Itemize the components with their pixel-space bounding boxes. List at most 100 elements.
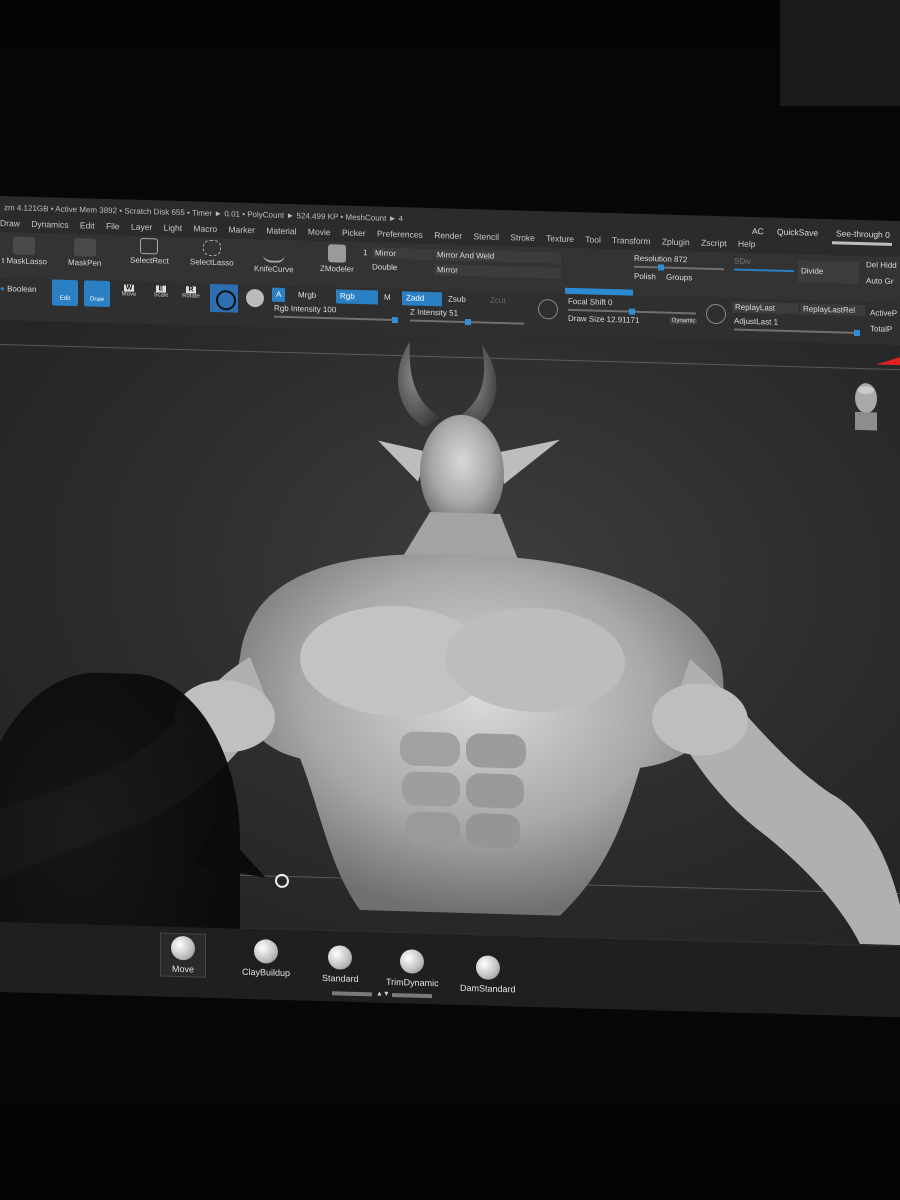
replay-icon[interactable] bbox=[706, 303, 726, 325]
menu-item[interactable]: Zplugin bbox=[662, 236, 690, 247]
zcut-button[interactable]: Zcut bbox=[490, 296, 506, 305]
adjustlast-handle[interactable] bbox=[854, 329, 860, 337]
brush-standard[interactable]: Standard bbox=[322, 945, 359, 984]
sculpt-viewport[interactable] bbox=[0, 320, 900, 1018]
resolution-handle[interactable] bbox=[658, 264, 664, 271]
knifecurve-button[interactable]: KnifeCurve bbox=[254, 242, 294, 274]
texture-icon[interactable] bbox=[246, 288, 264, 308]
focal-shift-handle[interactable] bbox=[629, 308, 635, 315]
shelf-arrows-icon[interactable]: ▲▼ bbox=[376, 991, 390, 998]
double-button[interactable]: Double bbox=[372, 262, 397, 272]
menu-item[interactable]: Transform bbox=[612, 235, 650, 246]
selectrect-button[interactable]: SelectRect bbox=[130, 237, 169, 266]
mrgb-button[interactable]: Mrgb bbox=[298, 290, 316, 300]
menu-item[interactable]: Macro bbox=[193, 223, 217, 234]
draw-mode-button[interactable]: Draw bbox=[84, 280, 110, 308]
rgb-intensity-track[interactable] bbox=[274, 315, 398, 324]
knife-curve-icon bbox=[262, 242, 285, 263]
zmodeler-button[interactable]: ZModeler bbox=[320, 244, 354, 274]
brush-trimdynamic[interactable]: TrimDynamic bbox=[386, 949, 439, 988]
brush-label: Move bbox=[171, 963, 194, 975]
move-brush-icon bbox=[171, 935, 195, 961]
resolution-slider[interactable]: Resolution 872 bbox=[634, 254, 687, 264]
move-mode-button[interactable]: W Move bbox=[118, 284, 140, 307]
move-label: Move bbox=[121, 291, 137, 298]
damstandard-brush-icon bbox=[475, 955, 500, 980]
z-intensity-track[interactable] bbox=[410, 318, 524, 326]
menu-item[interactable]: Stroke bbox=[510, 232, 535, 243]
maskpen-label: MaskPen bbox=[68, 257, 102, 268]
boolean-toggle[interactable]: ● Boolean bbox=[0, 284, 36, 294]
rgb-intensity-handle[interactable] bbox=[392, 316, 398, 324]
rotate-mode-button[interactable]: R Rotate bbox=[180, 286, 202, 309]
menu-item[interactable]: Layer bbox=[131, 222, 152, 233]
replaylastrel-button[interactable]: ReplayLastRel bbox=[800, 303, 865, 317]
menu-item[interactable]: Tool bbox=[585, 234, 601, 244]
replaylast-button[interactable]: ReplayLast bbox=[732, 301, 799, 315]
menu-item[interactable]: Render bbox=[434, 230, 462, 241]
sdiv-track[interactable] bbox=[734, 268, 794, 273]
menu-item[interactable]: File bbox=[106, 221, 120, 231]
polish-button[interactable]: Polish bbox=[634, 272, 656, 282]
mask-pen-icon bbox=[73, 238, 96, 257]
adjustlast-track[interactable] bbox=[734, 328, 860, 337]
divide-button[interactable]: Divide bbox=[798, 260, 859, 284]
m-button[interactable]: M bbox=[384, 293, 391, 302]
shelf-scroll-left[interactable] bbox=[332, 991, 372, 997]
focal-shift-slider[interactable]: Focal Shift 0 bbox=[568, 297, 612, 307]
draw-label: Draw bbox=[89, 296, 104, 303]
see-through-track[interactable] bbox=[832, 241, 892, 246]
mirror-button[interactable]: Mirror bbox=[372, 247, 433, 261]
brush-move[interactable]: Move bbox=[160, 932, 206, 978]
del-hidden-button[interactable]: Del Hidd bbox=[866, 260, 897, 270]
resolution-track[interactable] bbox=[634, 264, 724, 271]
maskpen-button[interactable]: MaskPen bbox=[68, 238, 101, 268]
zsub-button[interactable]: Zsub bbox=[448, 295, 466, 304]
menu-item[interactable]: Help bbox=[738, 239, 755, 249]
menu-item[interactable]: Edit bbox=[80, 220, 95, 230]
z-intensity-slider[interactable]: Z Intensity 51 bbox=[410, 307, 458, 317]
lazy-mouse-icon[interactable] bbox=[538, 299, 558, 320]
groups-button[interactable]: Groups bbox=[666, 273, 692, 283]
menu-item[interactable]: Material bbox=[266, 225, 296, 236]
shelf-scroll-control[interactable]: ▲▼ bbox=[332, 991, 432, 1000]
quicksave-button[interactable]: QuickSave bbox=[777, 227, 818, 238]
a-button[interactable]: A bbox=[272, 287, 286, 302]
draw-size-slider[interactable]: Draw Size 12.91171 bbox=[568, 314, 639, 325]
brush-claybuildup[interactable]: ClayBuildup bbox=[242, 939, 290, 978]
ac-label[interactable]: AC bbox=[752, 226, 764, 236]
menu-item[interactable]: Picker bbox=[342, 228, 366, 239]
adjustlast-slider[interactable]: AdjustLast 1 bbox=[734, 317, 778, 327]
mirror-and-weld-button[interactable]: Mirror And Weld bbox=[434, 249, 561, 264]
menu-item[interactable]: Zscript bbox=[701, 238, 727, 249]
menu-item[interactable]: Dynamics bbox=[31, 219, 68, 230]
selectlasso-button[interactable]: SelectLasso bbox=[190, 239, 234, 268]
see-through-slider[interactable]: See-through 0 bbox=[836, 228, 890, 240]
rgb-intensity-slider[interactable]: Rgb Intensity 100 bbox=[274, 304, 336, 315]
dynamic-toggle[interactable]: Dynamic bbox=[670, 317, 698, 325]
material-sphere-button[interactable] bbox=[210, 283, 238, 313]
sdiv-slider[interactable]: SDiv bbox=[734, 257, 751, 266]
zadd-button[interactable]: Zadd bbox=[402, 291, 442, 307]
edit-label: Edit bbox=[59, 295, 71, 302]
scale-mode-button[interactable]: E Scale bbox=[150, 285, 172, 308]
menu-item[interactable]: Light bbox=[164, 223, 182, 234]
rgb-button[interactable]: Rgb bbox=[336, 289, 378, 305]
brush-damstandard[interactable]: DamStandard bbox=[460, 955, 516, 994]
zmodeler-count: 1 bbox=[363, 248, 368, 258]
menu-item[interactable]: Marker bbox=[228, 224, 254, 235]
menu-item[interactable]: Texture bbox=[546, 233, 574, 244]
z-intensity-handle[interactable] bbox=[465, 318, 472, 326]
menu-item[interactable]: Stencil bbox=[473, 231, 499, 242]
menu-item[interactable]: Movie bbox=[308, 227, 331, 238]
selectrect-label: SelectRect bbox=[130, 255, 169, 266]
shelf-scroll-right[interactable] bbox=[392, 992, 432, 999]
edit-mode-button[interactable]: Edit bbox=[52, 279, 78, 307]
photo-background: zm 4.121GB • Active Mem 3892 • Scratch D… bbox=[0, 0, 900, 1200]
auto-groups-button[interactable]: Auto Gr bbox=[866, 276, 894, 286]
menu-item[interactable]: Draw bbox=[0, 218, 20, 229]
masklasso-button[interactable]: t MaskLasso bbox=[2, 236, 47, 266]
rotate-label: Rotate bbox=[182, 293, 200, 300]
menu-item[interactable]: Preferences bbox=[377, 229, 423, 240]
mirror-button-2[interactable]: Mirror bbox=[434, 264, 561, 279]
